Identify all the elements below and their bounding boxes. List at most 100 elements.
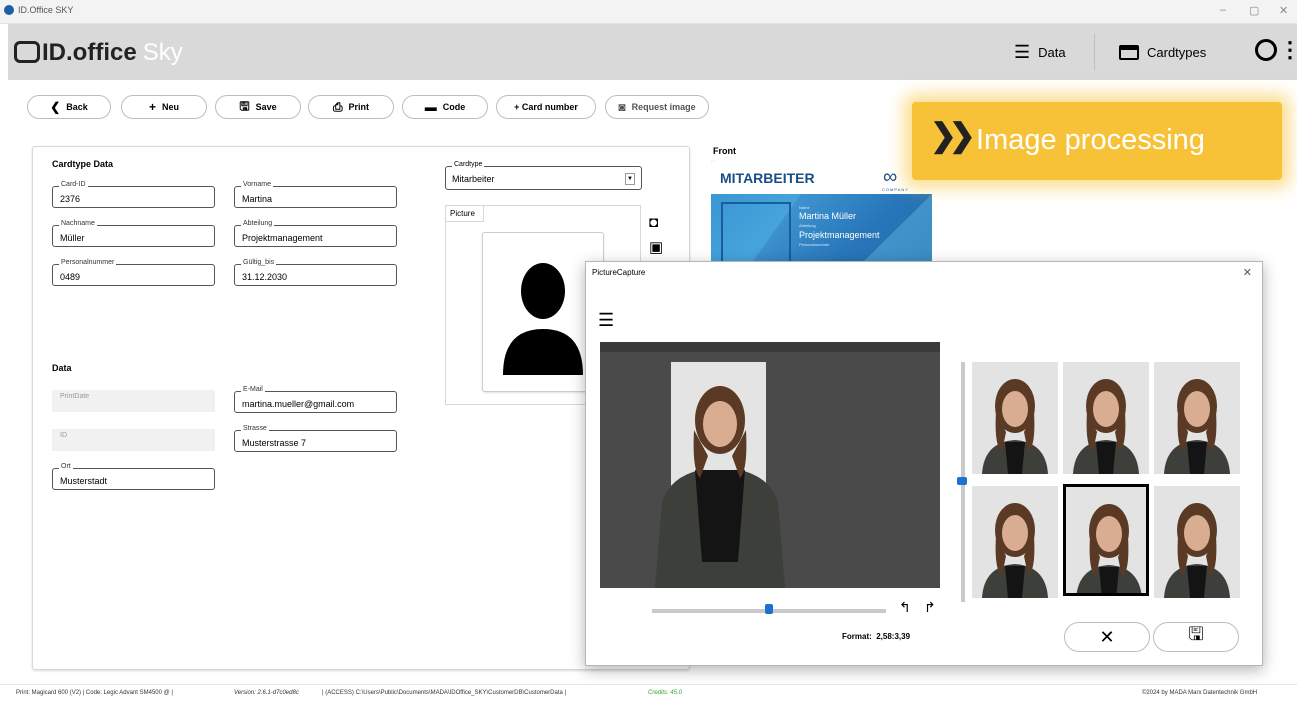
portrait-thumbnail xyxy=(1154,362,1240,474)
request-image-label: Request image xyxy=(631,102,696,112)
strasse-value: Musterstrasse 7 xyxy=(242,438,307,448)
save-icon: 🖫 xyxy=(1188,624,1204,644)
card-id-field[interactable]: Card-ID 2376 xyxy=(52,181,215,208)
nav-data-label: Data xyxy=(1038,44,1066,60)
brightness-slider[interactable] xyxy=(957,362,967,602)
nav-cardtypes-button[interactable]: Cardtypes xyxy=(1119,40,1206,64)
portrait-thumbnail xyxy=(1066,487,1146,593)
id-field: ID xyxy=(52,429,215,451)
card-title: MITARBEITER xyxy=(720,170,815,186)
abteilung-label: Abteilung xyxy=(241,220,275,227)
thumbnail-4[interactable] xyxy=(972,486,1058,598)
close-icon[interactable]: ✕ xyxy=(1243,266,1252,279)
back-button[interactable]: ❮ Back xyxy=(27,95,111,119)
brightness-slider-thumb[interactable] xyxy=(957,477,967,485)
ort-field[interactable]: Ort Musterstadt xyxy=(52,463,215,490)
print-button[interactable]: ⎙ Print xyxy=(308,95,394,119)
menu-icon[interactable]: ☰ xyxy=(598,310,614,331)
id-label: ID xyxy=(60,432,67,439)
request-image-button[interactable]: ◙ Request image xyxy=(605,95,709,119)
printdate-field: PrintDate xyxy=(52,390,215,412)
save-button[interactable]: 🖫 Save xyxy=(215,95,301,119)
portrait-thumbnail xyxy=(972,486,1058,598)
chevron-down-icon[interactable]: ▼ xyxy=(625,173,635,185)
card-number-label: + Card number xyxy=(514,102,578,112)
portrait-thumbnail xyxy=(972,362,1058,474)
card-photo-slot xyxy=(721,202,791,264)
back-label: Back xyxy=(66,102,88,112)
status-bar: Print: Magicard 600 (V2) | Code: Legic A… xyxy=(0,684,1297,701)
rotate-right-icon[interactable]: ↱ xyxy=(924,599,936,616)
personalnummer-value: 0489 xyxy=(60,272,81,282)
thumbnail-3[interactable] xyxy=(1154,362,1240,474)
cancel-button[interactable]: ✕ xyxy=(1064,622,1150,652)
maximize-button[interactable]: ▢ xyxy=(1249,4,1259,17)
printdate-label: PrintDate xyxy=(60,393,90,400)
data-heading: Data xyxy=(52,363,72,373)
camera-icon: ◙ xyxy=(618,100,626,114)
card-code-icon: ▬ xyxy=(424,100,437,114)
rotate-left-icon[interactable]: ↰ xyxy=(899,599,911,616)
cardtype-select[interactable]: Cardtype Mitarbeiter ▼ xyxy=(445,161,642,190)
app-icon xyxy=(4,5,14,15)
email-field[interactable]: E-Mail martina.mueller@gmail.com xyxy=(234,386,397,413)
card-dept-value: Projektmanagement xyxy=(799,230,880,240)
strasse-field[interactable]: Strasse Musterstrasse 7 xyxy=(234,425,397,452)
picture-tab[interactable]: Picture xyxy=(446,206,484,222)
app-header: ID.office Sky ☰ Data Cardtypes ⋮ xyxy=(8,24,1297,80)
card-id-value: 2376 xyxy=(60,194,81,204)
status-print: Print: Magicard 600 (V2) | Code: Legic A… xyxy=(16,690,173,696)
zoom-slider[interactable] xyxy=(652,604,886,614)
save-icon: 🖫 xyxy=(239,98,250,113)
double-chevron-icon: ❯❯ xyxy=(930,117,976,153)
abteilung-value: Projektmanagement xyxy=(242,233,323,243)
gueltig-bis-field[interactable]: Gültig_bis 31.12.2030 xyxy=(234,259,397,286)
cardtype-label: Cardtype xyxy=(452,161,485,168)
thumbnail-2[interactable] xyxy=(1063,362,1149,474)
close-window-button[interactable]: ✕ xyxy=(1279,4,1288,17)
camera-preview[interactable] xyxy=(600,342,940,588)
plus-icon: + xyxy=(148,100,156,114)
ort-label: Ort xyxy=(59,463,73,470)
status-copyright: ©2024 by MADA Marx Datentechnik GmbH xyxy=(1142,690,1258,696)
abteilung-field[interactable]: Abteilung Projektmanagement xyxy=(234,220,397,247)
personalnummer-field[interactable]: Personalnummer 0489 xyxy=(52,259,215,286)
add-camera-icon[interactable]: ◘ xyxy=(649,214,658,231)
format-label: Format: xyxy=(842,632,872,641)
user-account-icon[interactable] xyxy=(1255,39,1277,61)
printer-icon: ⎙ xyxy=(332,99,343,114)
code-button[interactable]: ▬ Code xyxy=(402,95,488,119)
new-label: Neu xyxy=(162,102,180,112)
dialog-save-button[interactable]: 🖫 xyxy=(1153,622,1239,652)
id-card-logo-icon xyxy=(14,40,40,63)
banner-text: Image processing xyxy=(976,124,1205,156)
print-label: Print xyxy=(348,102,370,112)
more-menu-icon[interactable]: ⋮ xyxy=(1279,37,1297,63)
card-name-label: Name xyxy=(799,205,810,210)
thumbnail-6[interactable] xyxy=(1154,486,1240,598)
minimize-button[interactable]: – xyxy=(1220,4,1226,16)
vorname-field[interactable]: Vorname Martina xyxy=(234,181,397,208)
save-label: Save xyxy=(255,102,277,112)
zoom-slider-thumb[interactable] xyxy=(765,604,773,614)
image-processing-banner: ❯❯ Image processing xyxy=(912,102,1282,180)
card-number-button[interactable]: + Card number xyxy=(496,95,596,119)
code-label: Code xyxy=(442,102,466,112)
nav-data-button[interactable]: ☰ Data xyxy=(1014,40,1066,64)
company-logo-text: COMPANY xyxy=(882,187,909,192)
app-logo: ID.office Sky xyxy=(14,39,183,67)
thumbnail-grid xyxy=(972,362,1242,602)
personalnummer-label: Personalnummer xyxy=(59,259,117,266)
nachname-field[interactable]: Nachname Müller xyxy=(52,220,215,247)
card-icon xyxy=(1119,44,1139,60)
gueltig-bis-label: Gültig_bis xyxy=(241,259,277,266)
thumbnail-5-selected[interactable] xyxy=(1063,484,1149,596)
chevron-left-icon: ❮ xyxy=(50,100,61,114)
new-button[interactable]: + Neu xyxy=(121,95,207,119)
vorname-label: Vorname xyxy=(241,181,274,188)
card-id-label: Card-ID xyxy=(59,181,88,188)
image-icon[interactable]: ▣ xyxy=(649,238,663,256)
vorname-value: Martina xyxy=(242,194,273,204)
thumbnail-1[interactable] xyxy=(972,362,1058,474)
email-label: E-Mail xyxy=(241,386,265,393)
